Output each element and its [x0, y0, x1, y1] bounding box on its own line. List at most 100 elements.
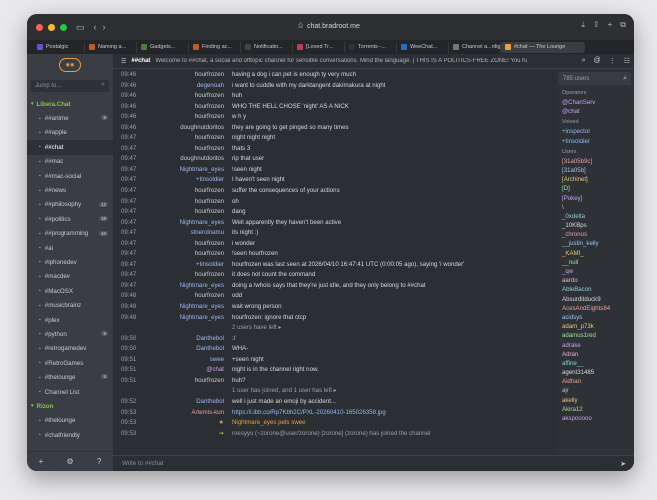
- sidebar-channel[interactable]: ▪ ##philosophy 12: [27, 198, 113, 212]
- message-nick[interactable]: hourfrozen: [195, 187, 224, 194]
- new-tab-icon[interactable]: +: [608, 20, 613, 30]
- user-entry[interactable]: ajr: [556, 386, 634, 395]
- user-entry[interactable]: +inspector: [556, 127, 634, 136]
- user-entry[interactable]: [Pokey]: [556, 194, 634, 203]
- message-nick[interactable]: Nightmare_eyes: [180, 314, 224, 321]
- browser-tab[interactable]: #chat — The Lounge: [501, 41, 585, 53]
- message-nick[interactable]: stnerolnamu: [190, 229, 224, 236]
- message-nick[interactable]: hourfrozen: [195, 208, 224, 215]
- user-entry[interactable]: aardo: [556, 276, 634, 285]
- sidebar-channel[interactable]: ▪ #python 9: [27, 327, 113, 341]
- user-entry[interactable]: [31a05b]: [556, 166, 634, 175]
- message-nick[interactable]: hourfrozen: [195, 103, 224, 110]
- share-icon[interactable]: ⇪: [593, 20, 600, 30]
- message-nick[interactable]: swee: [210, 356, 224, 363]
- user-entry[interactable]: AbleBacon: [556, 285, 634, 294]
- message-nick[interactable]: @chat: [206, 366, 224, 373]
- sidebar-channel[interactable]: ▪ #ai: [27, 241, 113, 255]
- user-entry[interactable]: affine__: [556, 359, 634, 368]
- browser-tab[interactable]: Notificatio...: [241, 41, 293, 53]
- sidebar-channel[interactable]: ▪ #macdev: [27, 270, 113, 284]
- message-nick[interactable]: hourfrozen: [195, 71, 224, 78]
- sidebar-channel[interactable]: ▪ #chatfriendly: [27, 428, 113, 442]
- sidebar-channel[interactable]: ▪ #musicbrainz: [27, 298, 113, 312]
- sidebar-channel[interactable]: ▪ #RetroGames: [27, 356, 113, 370]
- message-nick[interactable]: +tinsoldier: [196, 176, 224, 183]
- sidebar-channel[interactable]: ▪ #plex: [27, 313, 113, 327]
- sidebar-channel[interactable]: ▪ ##news: [27, 183, 113, 197]
- message-nick[interactable]: doughnutdoritos: [180, 124, 224, 131]
- message-nick[interactable]: hourfrozen: [195, 240, 224, 247]
- message-nick[interactable]: Danthebol: [196, 398, 224, 405]
- address-bar[interactable]: ⎙ chat.bradroot.me: [209, 19, 449, 34]
- user-entry[interactable]: _KAMI_: [556, 249, 634, 258]
- plus-icon[interactable]: +: [39, 457, 44, 466]
- network-header[interactable]: ▾ Rizon: [27, 399, 113, 413]
- user-entry[interactable]: __justin_kelly: [556, 239, 634, 248]
- user-entry[interactable]: akspooooo: [556, 414, 634, 423]
- user-entry[interactable]: agent31485: [556, 368, 634, 377]
- back-icon[interactable]: ‹: [94, 22, 97, 32]
- message-nick[interactable]: Nightmare_eyes: [180, 166, 224, 173]
- forward-icon[interactable]: ›: [103, 22, 106, 32]
- sidebar-channel[interactable]: ▪ ##programming 10: [27, 227, 113, 241]
- user-entry[interactable]: [31a05b9c]: [556, 157, 634, 166]
- message-nick[interactable]: +tinsoldier: [196, 261, 224, 268]
- message-nick[interactable]: degenoah: [197, 82, 224, 89]
- user-entry[interactable]: AcesAndEights84: [556, 304, 634, 313]
- mention-icon[interactable]: @: [594, 57, 601, 65]
- browser-tab[interactable]: Gadgets...: [137, 41, 189, 53]
- sidebar-channel[interactable]: ▪ #MacOSX: [27, 284, 113, 298]
- sidebar-channel[interactable]: ▪ #retrogamedev: [27, 342, 113, 356]
- message-nick[interactable]: hourfrozen: [195, 92, 224, 99]
- user-entry[interactable]: adrake: [556, 341, 634, 350]
- message-nick[interactable]: Artemis-kun: [191, 409, 224, 416]
- message-nick[interactable]: doughnutdoritos: [180, 155, 224, 162]
- sidebar-channel[interactable]: ▪ ##chat: [27, 140, 113, 155]
- user-entry[interactable]: [D]: [556, 184, 634, 193]
- message-nick[interactable]: Nightmare_eyes: [180, 303, 224, 310]
- user-entry[interactable]: @chat: [556, 107, 634, 116]
- userlist-toggle-icon[interactable]: ☷: [624, 57, 630, 65]
- message-nick[interactable]: hourfrozen: [195, 113, 224, 120]
- browser-tab[interactable]: Finding ac...: [189, 41, 241, 53]
- message-nick[interactable]: hourfrozen: [195, 198, 224, 205]
- minimize-window-button[interactable]: [48, 23, 55, 31]
- sidebar-channel[interactable]: ▪ ##anime 8: [27, 111, 113, 125]
- zoom-window-button[interactable]: [60, 23, 67, 31]
- download-icon[interactable]: ⤓: [581, 20, 585, 30]
- user-entry[interactable]: Absurditduck9: [556, 295, 634, 304]
- message-nick[interactable]: Danthebol: [196, 335, 224, 342]
- user-entry[interactable]: +tinsoldier: [556, 137, 634, 146]
- user-entry[interactable]: _chronos: [556, 230, 634, 239]
- user-entry[interactable]: \: [556, 203, 634, 212]
- sidebar-channel[interactable]: ▪ #iphonedev: [27, 255, 113, 269]
- sidebar-channel[interactable]: ▪ ##politics 18: [27, 212, 113, 226]
- user-entry[interactable]: __null: [556, 258, 634, 267]
- sidebar-channel[interactable]: ▪ Channel List: [27, 385, 113, 399]
- browser-tab[interactable]: [Loved Tr...: [293, 41, 345, 53]
- browser-tab[interactable]: Naming a...: [85, 41, 137, 53]
- user-entry[interactable]: _qw: [556, 267, 634, 276]
- message-nick[interactable]: Nightmare_eyes: [180, 282, 224, 289]
- message-input[interactable]: Write to ##chat ➤: [113, 455, 634, 471]
- sidebar-channel[interactable]: ▪ ##apple: [27, 126, 113, 140]
- tab-overview-icon[interactable]: ⧉: [620, 20, 626, 30]
- message-nick[interactable]: ★: [219, 419, 224, 426]
- user-entry[interactable]: adamus1red: [556, 331, 634, 340]
- browser-tab[interactable]: Channel a...nfigura...: [449, 41, 501, 53]
- message-nick[interactable]: hourfrozen: [195, 250, 224, 257]
- browser-tab[interactable]: Torrents -...: [345, 41, 397, 53]
- message-nick[interactable]: ➜: [219, 430, 224, 437]
- message-nick[interactable]: hourfrozen: [195, 292, 224, 299]
- user-entry[interactable]: Adran: [556, 350, 634, 359]
- message-nick[interactable]: hourfrozen: [195, 134, 224, 141]
- search-icon[interactable]: ⌕: [582, 57, 586, 65]
- user-entry[interactable]: acidsys: [556, 313, 634, 322]
- user-entry[interactable]: adam_p73k: [556, 322, 634, 331]
- browser-tab[interactable]: Postalgic: [33, 41, 85, 53]
- message-nick[interactable]: Danthebol: [196, 345, 224, 352]
- user-entry[interactable]: _10KBps: [556, 221, 634, 230]
- sidebar-toggle-icon[interactable]: ▭: [76, 22, 85, 33]
- message-nick[interactable]: hourfrozen: [195, 145, 224, 152]
